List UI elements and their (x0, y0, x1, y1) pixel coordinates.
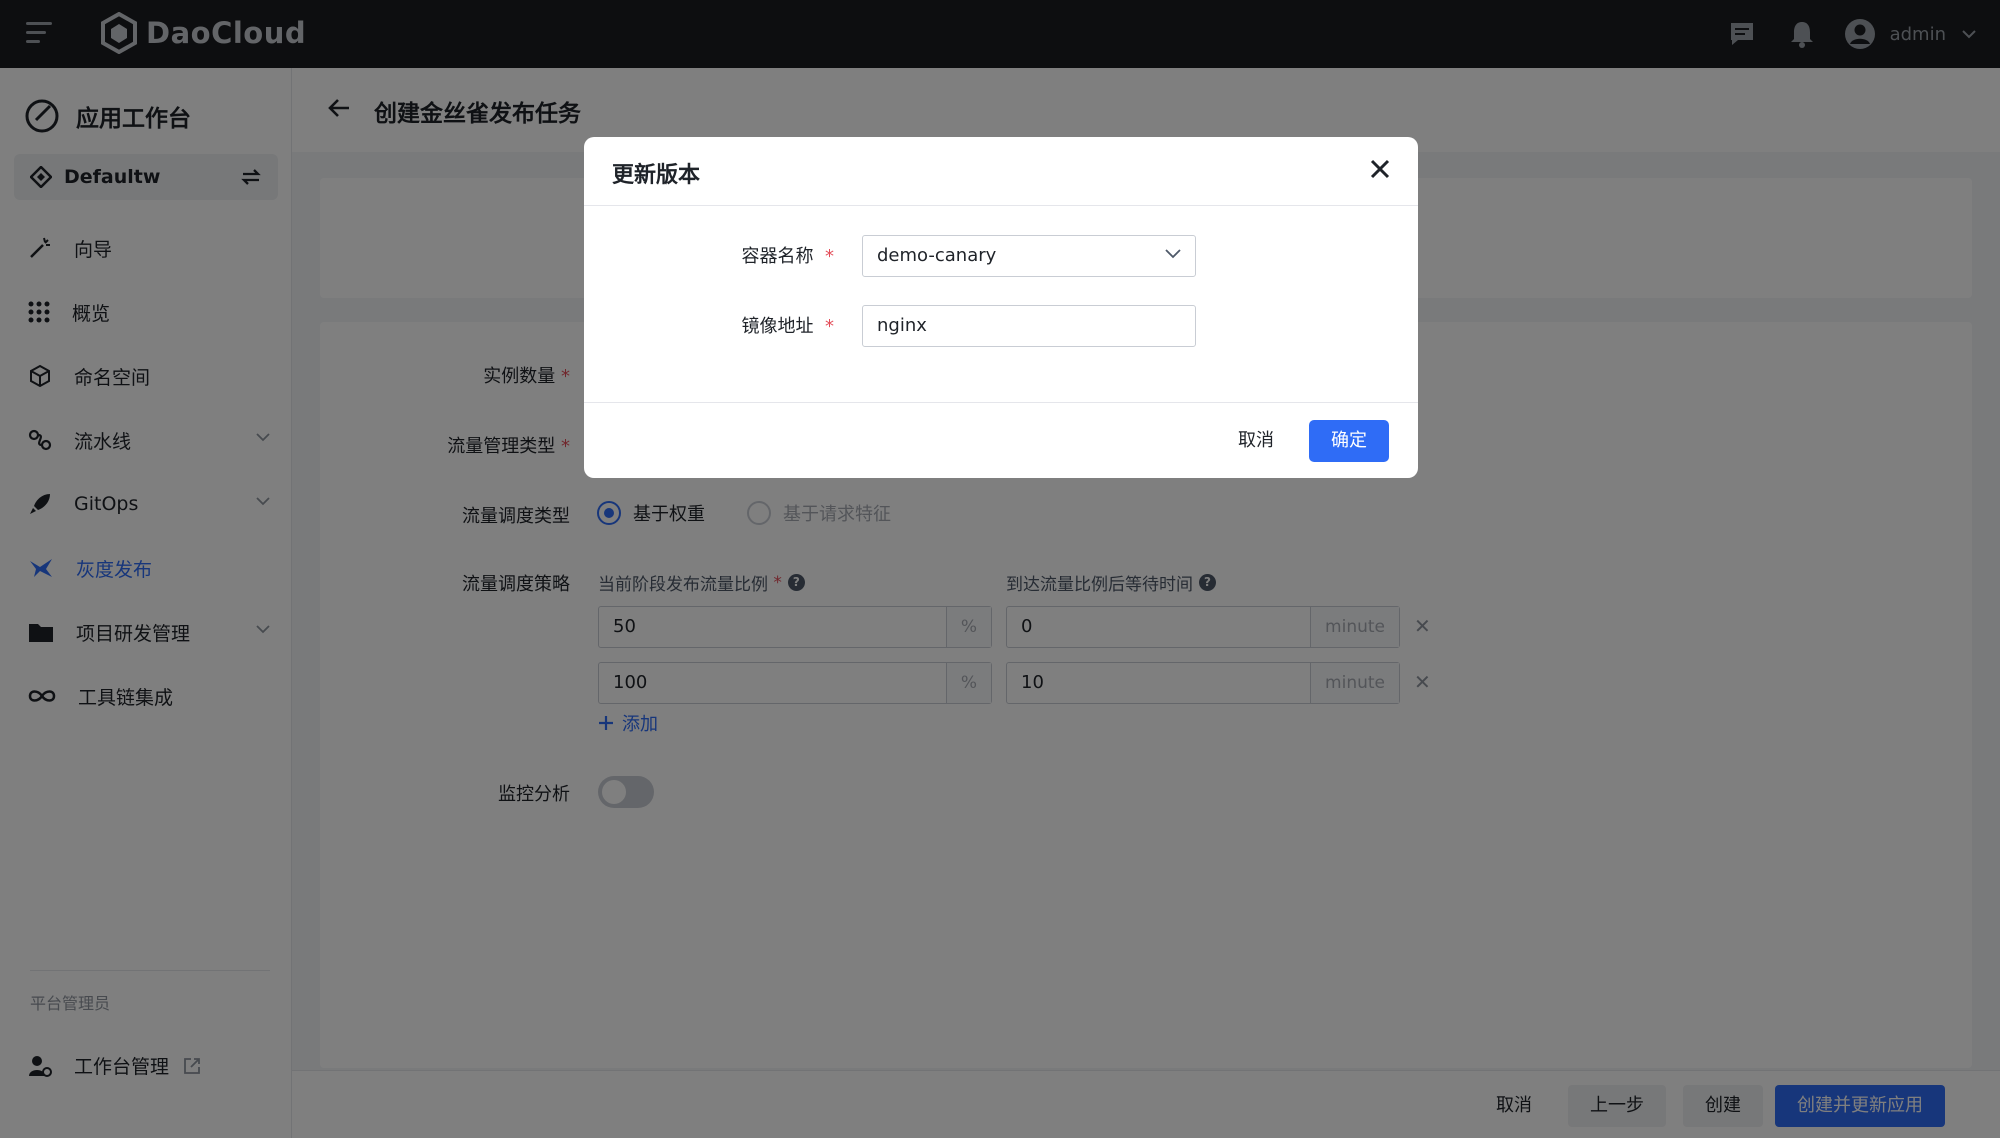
container-name-label: 容器名称 * (741, 246, 834, 267)
modal-title: 更新版本 (612, 163, 701, 188)
image-address-label: 镜像地址 * (741, 316, 834, 337)
modal-confirm-button[interactable]: 确定 (1309, 420, 1389, 462)
chevron-down-icon (1165, 249, 1181, 259)
image-address-input[interactable]: nginx (862, 305, 1196, 347)
modal-divider (584, 402, 1418, 403)
modal-cancel-button[interactable]: 取消 (1216, 420, 1296, 462)
container-name-select[interactable]: demo-canary (862, 235, 1196, 277)
close-icon[interactable] (1370, 159, 1390, 179)
modal-divider (584, 205, 1418, 206)
update-version-modal: 更新版本 容器名称 * demo-canary 镜像地址 * nginx 取消 … (584, 137, 1418, 478)
